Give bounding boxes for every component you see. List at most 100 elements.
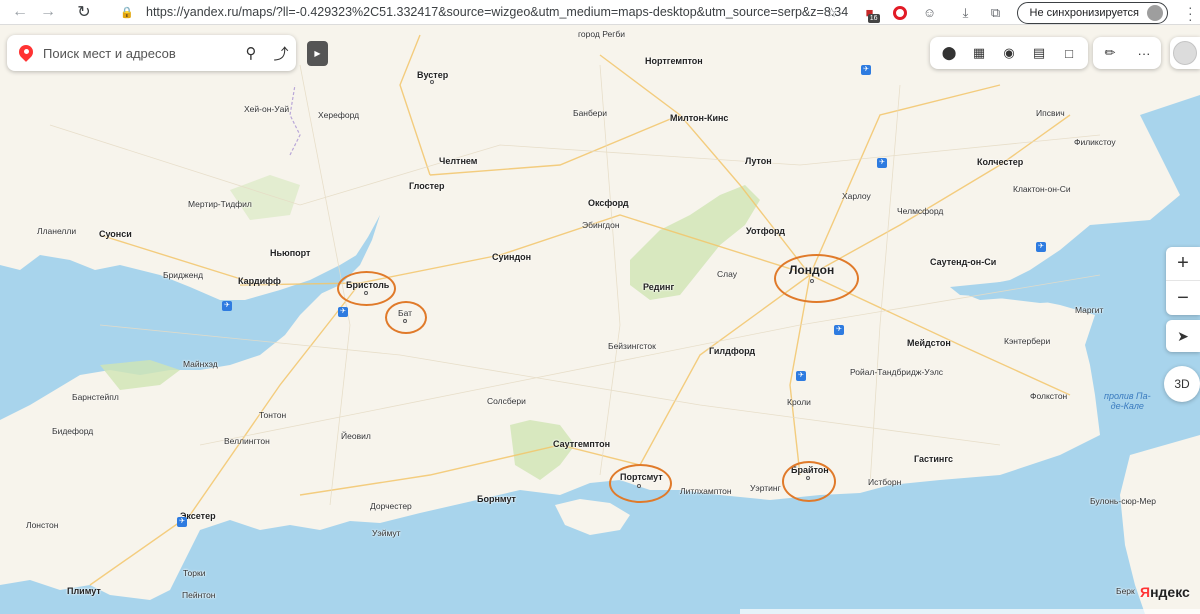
opera-icon[interactable] — [885, 0, 915, 25]
transport-icon[interactable]: ▤ — [1027, 45, 1051, 61]
place-label: Дорчестер — [370, 501, 412, 511]
place-label: Лонстон — [26, 520, 59, 530]
place-label: Вустер — [417, 70, 449, 80]
strait-line-1: пролив Па- — [1104, 391, 1151, 401]
airport-icon[interactable]: ✈ — [877, 158, 887, 168]
back-icon[interactable]: ← — [6, 0, 34, 25]
bookmark-star-icon[interactable]: ☆ — [817, 0, 847, 25]
airport-icon[interactable]: ✈ — [796, 371, 806, 381]
place-label: Кэнтербери — [1004, 336, 1051, 346]
extension-icon[interactable]: ■ 16 — [855, 0, 885, 25]
place-label: город Регби — [578, 29, 625, 39]
airport-icon[interactable]: ✈ — [1036, 242, 1046, 252]
profile-warning-icon[interactable]: ☺ — [915, 0, 945, 25]
place-label: Маргит — [1075, 305, 1104, 315]
highlight-bristol — [337, 271, 396, 306]
url-text: https://yandex.ru/maps/?ll=-0.429323%2C5… — [146, 5, 849, 19]
lock-icon: 🔒 — [120, 7, 134, 19]
place-label: Фолкстон — [1030, 391, 1068, 401]
place-label: Ройал-Тандбридж-Уэлс — [850, 367, 944, 377]
place-label: Уэртинг — [750, 483, 781, 493]
airport-icon[interactable]: ✈ — [834, 325, 844, 335]
layers-icon[interactable]: ⬤ — [937, 45, 961, 61]
download-icon[interactable]: ⤓ — [951, 0, 981, 25]
yandex-logo: Яндекс — [1140, 584, 1190, 600]
map-canvas[interactable]: город Регби Вустер Хей-он-Уай Херефорд Ч… — [0, 25, 1200, 614]
logo-rest: ндекс — [1150, 584, 1190, 600]
sea-label: пролив Па- де-Кале — [1104, 391, 1151, 411]
user-profile-button[interactable] — [1170, 37, 1200, 69]
place-label: Плимут — [67, 586, 101, 596]
airport-icon[interactable]: ✈ — [177, 517, 187, 527]
sync-label: Не синхронизируется — [1029, 6, 1139, 19]
place-label: Клактон-он-Си — [1013, 184, 1071, 194]
place-label: Херефорд — [318, 110, 360, 120]
zoom-in-button[interactable]: + — [1166, 247, 1200, 281]
sync-button[interactable]: Не синхронизируется — [1016, 1, 1168, 24]
place-label: Колчестер — [977, 157, 1024, 167]
place-label: Филикстоу — [1074, 137, 1116, 147]
place-label: Гастингс — [914, 454, 954, 464]
camera-icon[interactable]: ◉ — [997, 45, 1021, 61]
expand-sidebar-button[interactable]: ▶ — [307, 41, 328, 66]
extension-badge: 16 — [867, 14, 880, 23]
place-label: Глостер — [409, 181, 445, 191]
place-label: Солсбери — [487, 396, 526, 406]
place-label: Тонтон — [259, 410, 287, 420]
place-label: Майнхэд — [183, 359, 218, 369]
place-label: Хей-он-Уай — [244, 104, 290, 114]
route-icon[interactable]: ⤴ — [266, 35, 296, 71]
my-location-button[interactable]: ➤ — [1166, 320, 1200, 352]
place-label: Челмсфорд — [897, 206, 944, 216]
reload-icon[interactable]: ↻ — [70, 0, 98, 25]
place-label: Йеовил — [341, 431, 371, 441]
panorama-icon[interactable]: ▦ — [967, 45, 991, 61]
airport-icon[interactable]: ✈ — [222, 301, 232, 311]
place-label: Кроли — [787, 397, 811, 407]
place-label: Милтон-Кинс — [670, 113, 729, 123]
place-label: Саутгемптон — [553, 439, 611, 449]
search-input[interactable]: Поиск мест и адресов — [43, 46, 236, 61]
place-label: Борнмут — [477, 494, 516, 504]
strait-line-2: де-Кале — [1110, 401, 1144, 411]
collections-icon[interactable]: ⧉ — [981, 0, 1011, 25]
place-label: Слау — [717, 269, 737, 279]
highlight-brighton — [782, 461, 836, 502]
browser-toolbar: ← → ↻ 🔒 https://yandex.ru/maps/?ll=-0.42… — [0, 0, 1200, 26]
place-label: Банбери — [573, 108, 607, 118]
place-label: Саутенд-он-Си — [930, 257, 997, 267]
place-label: Харлоу — [842, 191, 871, 201]
forward-icon[interactable]: → — [34, 0, 62, 25]
place-label: Уотфорд — [746, 226, 785, 236]
place-label: Гилдфорд — [709, 346, 756, 356]
copyright-bar — [740, 609, 1200, 614]
place-label: Бейзингсток — [608, 341, 656, 351]
place-label: Суиндон — [492, 252, 532, 262]
place-label: Барнстейпл — [72, 392, 119, 402]
avatar — [1147, 4, 1163, 21]
place-label: Уэймут — [372, 528, 401, 538]
highlight-bath — [385, 301, 427, 334]
browser-actions: ☆ ■ 16 ☺ ⤓ ⧉ Не синхронизируется · · · — [817, 0, 1200, 26]
highlight-portsmouth — [609, 464, 672, 503]
place-label: Рединг — [643, 282, 675, 292]
map-tools-panel: ✏ ··· — [1093, 37, 1161, 69]
place-label: Ипсвич — [1036, 108, 1065, 118]
zoom-out-button[interactable]: − — [1166, 281, 1200, 315]
3d-toggle-button[interactable]: 3D — [1164, 366, 1200, 402]
place-label: Оксфорд — [588, 198, 629, 208]
map-type-icon[interactable]: □ — [1057, 46, 1081, 61]
search-panel[interactable]: Поиск мест и адресов ⚲ ⤴ — [7, 35, 296, 71]
place-label: Суонси — [99, 229, 132, 239]
place-label: Кардифф — [238, 276, 281, 286]
more-icon[interactable]: ··· — [1132, 46, 1156, 61]
location-pin-icon — [19, 45, 33, 61]
search-icon[interactable]: ⚲ — [236, 35, 266, 71]
place-label: Лланелли — [37, 226, 77, 236]
airport-icon[interactable]: ✈ — [861, 65, 871, 75]
address-bar[interactable]: 🔒 https://yandex.ru/maps/?ll=-0.429323%2… — [120, 2, 848, 22]
highlight-london — [774, 254, 859, 303]
airport-icon[interactable]: ✈ — [338, 307, 348, 317]
menu-icon[interactable]: · · · — [1188, 0, 1193, 26]
ruler-icon[interactable]: ✏ — [1098, 45, 1122, 61]
